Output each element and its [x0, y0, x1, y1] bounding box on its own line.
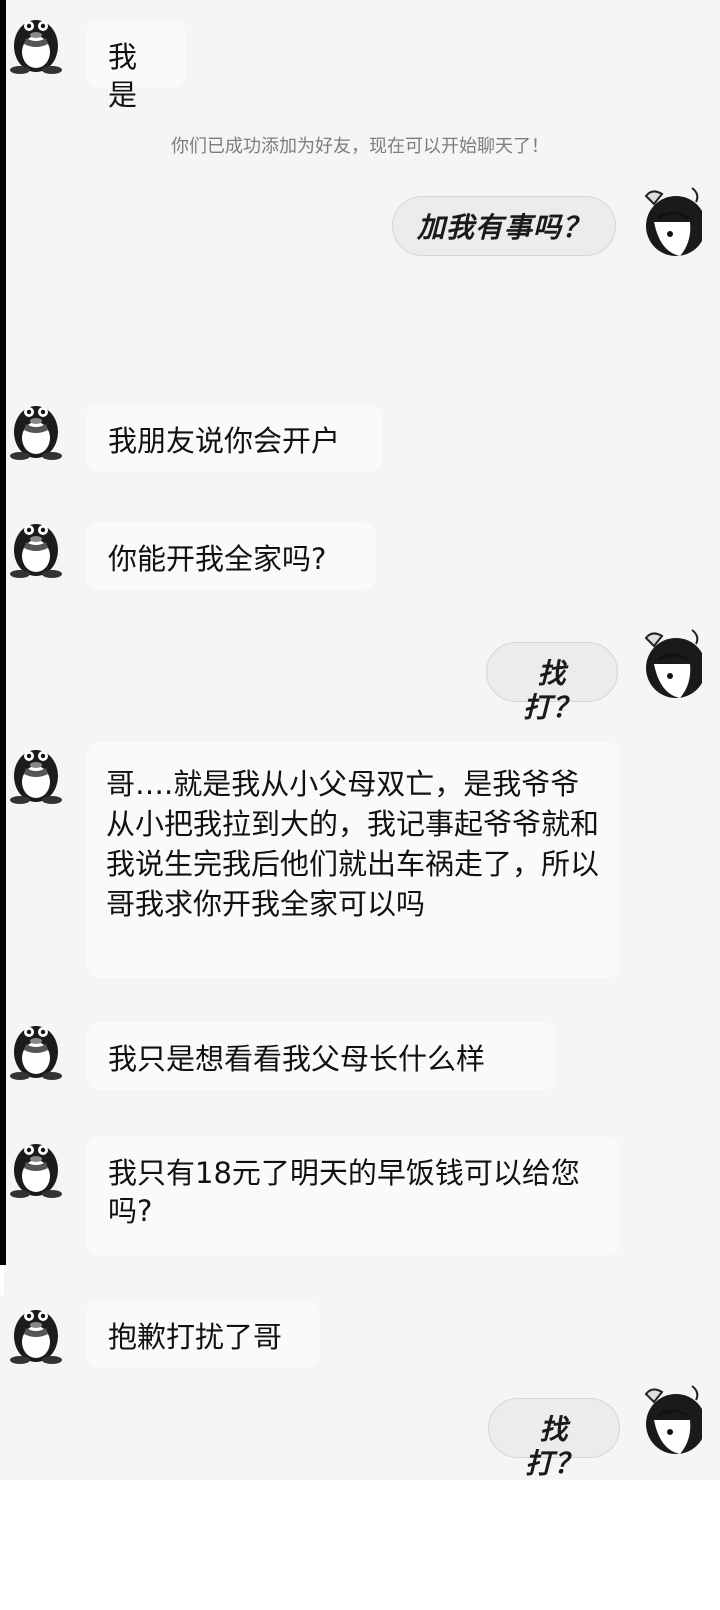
message-bubble-received: 抱歉打扰了哥: [86, 1300, 320, 1368]
message-bubble-sent: 找打？: [486, 642, 618, 724]
message-bubble-received: 我只是想看看我父母长什么样: [86, 1022, 556, 1090]
qq-penguin-avatar-icon[interactable]: [6, 1132, 66, 1198]
message-bubble-sent: 加我有事吗？: [392, 196, 616, 256]
message-bubble-received: 我只有18元了明天的早饭钱可以给您吗?: [86, 1136, 620, 1256]
message-bubble-received: 我是: [86, 20, 186, 112]
left-border-gap: [0, 1265, 4, 1295]
message-bubble-received: 哥….就是我从小父母双亡，是我爷爷从小把我拉到大的，我记事起爷爷就和我说生完我后…: [86, 742, 620, 978]
system-notice: 你们已成功添加为好友，现在可以开始聊天了！: [171, 136, 549, 157]
message-bubble-received: 我朋友说你会开户: [86, 404, 382, 472]
anime-boy-avatar-icon[interactable]: [636, 624, 702, 708]
message-bubble-received: 你能开我全家吗?: [86, 522, 376, 590]
qq-penguin-avatar-icon[interactable]: [6, 1014, 66, 1080]
message-bubble-sent: 找打？: [488, 1398, 620, 1480]
qq-penguin-avatar-icon[interactable]: [6, 8, 66, 74]
bottom-blank-area: [0, 1480, 720, 1610]
qq-penguin-avatar-icon[interactable]: [6, 738, 66, 804]
anime-boy-avatar-icon[interactable]: [636, 182, 702, 266]
chat-screen: 我是 你们已成功添加为好友，现在可以开始聊天了！ 加我有事吗？ 我朋友说你会开户…: [0, 0, 720, 1610]
qq-penguin-avatar-icon[interactable]: [6, 512, 66, 578]
anime-boy-avatar-icon[interactable]: [636, 1380, 702, 1464]
qq-penguin-avatar-icon[interactable]: [6, 1298, 66, 1364]
qq-penguin-avatar-icon[interactable]: [6, 394, 66, 460]
